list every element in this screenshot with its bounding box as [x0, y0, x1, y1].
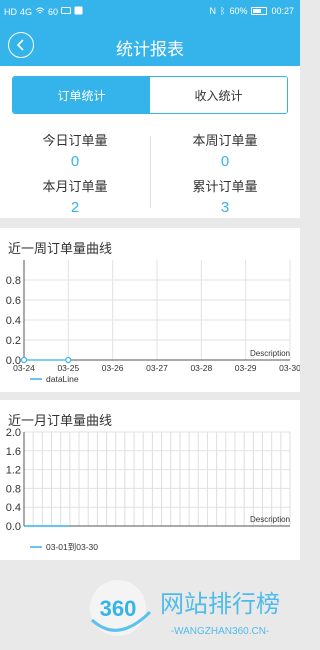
- status-right: N ᛒ 60% 00:27: [210, 6, 294, 16]
- tab-bar-container: 订单统计 收入统计: [0, 66, 300, 126]
- week-chart-card: 0.0 0.2 0.4 0.6 0.8 03-24 03-25 03-26 03-27 03-28…: [0, 228, 300, 392]
- x-tick-label: 03-24: [13, 363, 35, 373]
- stat-month: 本月订单量 2: [0, 176, 150, 216]
- battery-icon: [251, 7, 268, 15]
- stat-label: 本周订单量: [192, 133, 258, 148]
- wifi-icon: [35, 7, 45, 17]
- data-point: [20, 356, 28, 364]
- battery-percent: 60%: [229, 6, 248, 16]
- y-tick-label: 0.0: [6, 521, 21, 533]
- stat-total: 累计订单量 3: [150, 176, 300, 216]
- stat-value: 3: [220, 199, 230, 216]
- y-tick-label: 0.8: [6, 483, 21, 495]
- y-tick-label: 0.6: [6, 295, 21, 307]
- x-tick-label: 03-30: [279, 363, 300, 373]
- y-tick-label: 0.4: [6, 502, 21, 514]
- hd-icon: HD: [4, 6, 17, 17]
- y-tick-label: 0.8: [6, 275, 21, 287]
- stat-value: 0: [220, 153, 230, 170]
- watermark-area: 360 网站排行榜 -WANGZHAN360.CN-: [0, 560, 300, 650]
- bluetooth-icon: ᛒ: [220, 6, 226, 16]
- stat-label: 今日订单量: [42, 133, 108, 148]
- chart-description: Description: [250, 349, 290, 358]
- stat-week: 本周订单量 0: [150, 130, 300, 170]
- x-tick-label: 03-26: [102, 363, 124, 373]
- legend-label: dataLine: [46, 374, 79, 384]
- message-icon: [61, 6, 72, 17]
- signal-icon: 4G: [20, 6, 33, 17]
- tab-order-stats[interactable]: 订单统计: [13, 77, 150, 113]
- y-tick-label: 1.6: [6, 446, 21, 458]
- chart-description: Description: [250, 515, 290, 524]
- month-chart-card: 0.0 0.4 0.8 1.2 1.6 2.0 Description 03-01到03-30…: [0, 400, 300, 560]
- month-chart-title: 近一月订单量曲线: [8, 413, 113, 428]
- stat-label: 本月订单量: [42, 179, 108, 194]
- y-tick-label: 1.2: [6, 465, 21, 477]
- tab-bar: 订单统计 收入统计: [12, 76, 288, 114]
- stat-label: 累计订单量: [192, 179, 258, 194]
- x-tick-label: 03-29: [235, 363, 257, 373]
- watermark-logo-text: 360: [100, 596, 137, 621]
- watermark-title: 网站排行榜: [160, 590, 280, 618]
- status-left-icons: HD 4G 60: [4, 6, 83, 17]
- stats-panel: 今日订单量 0 本周订单量 0 本月订单量 2 累计订单量 3: [0, 126, 300, 218]
- data-point: [65, 356, 72, 364]
- watermark-logo: 360 网站排行榜 -WANGZHAN360.CN-: [90, 580, 280, 637]
- stat-value: 2: [70, 199, 80, 216]
- page-title: 统计报表: [116, 40, 184, 59]
- y-tick-label: 0.2: [6, 335, 21, 347]
- week-chart-title: 近一周订单量曲线: [8, 241, 113, 256]
- status-bar: HD 4G 60 N ᛒ 60% 00:27: [0, 0, 300, 24]
- legend-label: 03-01到03-30: [46, 542, 98, 552]
- watermark-subtitle: -WANGZHAN360.CN-: [171, 626, 270, 637]
- x-tick-label: 03-25: [57, 363, 79, 373]
- tab-income-stats[interactable]: 收入统计: [150, 77, 287, 113]
- stat-today: 今日订单量 0: [0, 130, 150, 170]
- x-tick-label: 03-27: [146, 363, 168, 373]
- data-speed-icon: 60: [48, 6, 59, 17]
- stat-value: 0: [70, 153, 80, 170]
- nfc-icon: N: [209, 6, 217, 16]
- x-tick-label: 03-28: [190, 363, 212, 373]
- y-tick-label: 0.4: [6, 315, 21, 327]
- status-time: 00:27: [271, 6, 294, 16]
- app-bar: 统计报表: [0, 24, 300, 66]
- app-icon: [74, 6, 83, 17]
